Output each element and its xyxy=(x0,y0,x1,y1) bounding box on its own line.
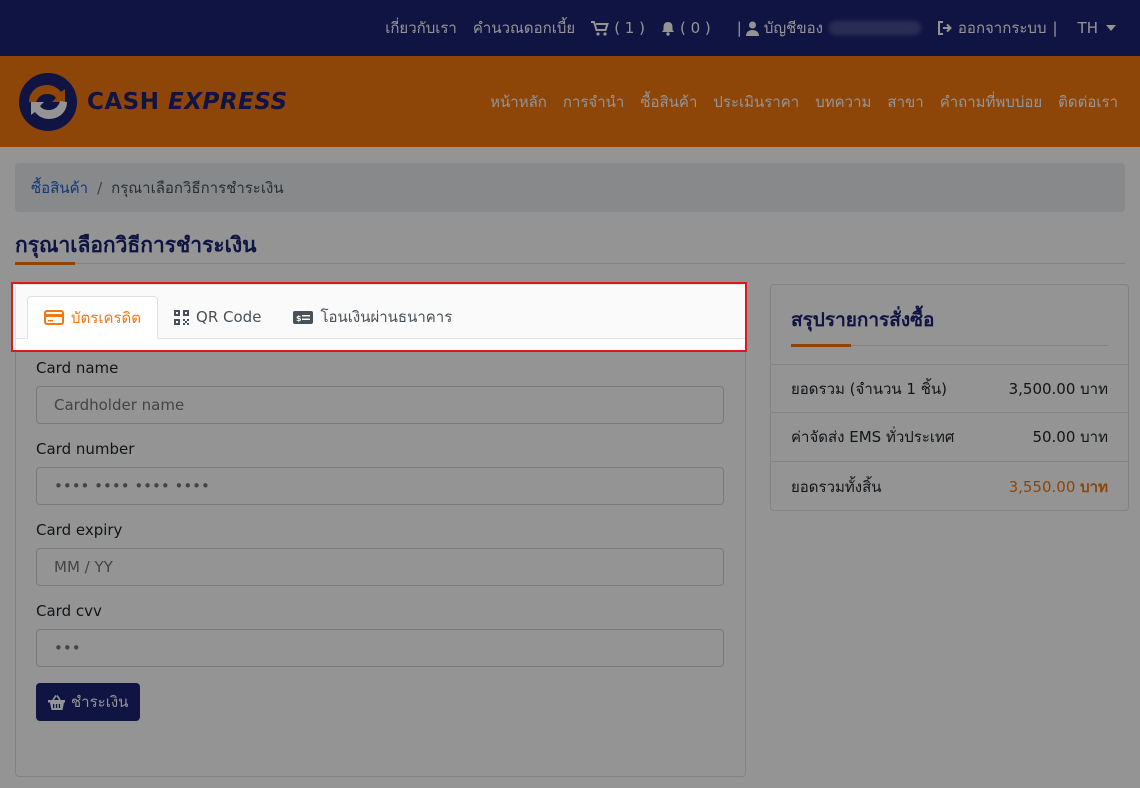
nav-pawn[interactable]: การจำนำ xyxy=(563,90,624,114)
summary-row-total: ยอดรวมทั้งสิ้น 3,550.00 บาท xyxy=(771,462,1128,511)
tab-qr-code-label: QR Code xyxy=(196,308,262,326)
logout-label: ออกจากระบบ xyxy=(957,19,1047,37)
subtotal-label: ยอดรวม (จำนวน 1 ชิ้น) xyxy=(791,379,948,398)
title-divider xyxy=(15,262,1125,265)
about-link[interactable]: เกี่ยวกับเรา xyxy=(385,16,457,40)
user-icon xyxy=(745,21,759,36)
summary-divider xyxy=(791,344,1108,347)
order-summary-title: สรุปรายการสั่งซื้อ xyxy=(791,309,935,331)
caret-down-icon xyxy=(1106,25,1116,31)
divider: | xyxy=(736,19,742,37)
language-label: TH xyxy=(1077,19,1098,37)
top-bar: เกี่ยวกับเรา คำนวณดอกเบี้ย ( 1 ) ( 0 ) |… xyxy=(0,0,1140,56)
card-cvv-input[interactable] xyxy=(36,629,724,667)
card-name-input[interactable] xyxy=(36,386,724,424)
subtotal-value: 3,500.00 บาท xyxy=(1008,379,1108,398)
payment-tabs: บัตรเครดิต QR Code $ โอนเงินผ่านธนาคาร xyxy=(16,285,745,339)
credit-card-icon xyxy=(44,310,64,325)
card-name-label: Card name xyxy=(36,359,119,377)
card-number-group: Card number xyxy=(36,440,725,505)
card-expiry-input[interactable] xyxy=(36,548,724,586)
tab-bank-transfer[interactable]: $ โอนเงินผ่านธนาคาร xyxy=(277,296,468,338)
logo-icon xyxy=(19,72,77,131)
qrcode-icon xyxy=(174,309,190,325)
cart-icon xyxy=(591,20,610,36)
brand-cash: CASH xyxy=(87,88,160,115)
order-summary-card: สรุปรายการสั่งซื้อ ยอดรวม (จำนวน 1 ชิ้น)… xyxy=(770,284,1129,511)
total-label: ยอดรวมทั้งสิ้น xyxy=(791,477,882,496)
card-cvv-label: Card cvv xyxy=(36,602,102,620)
card-number-label: Card number xyxy=(36,440,135,458)
shipping-value: 50.00 บาท xyxy=(1032,428,1108,446)
card-expiry-label: Card expiry xyxy=(36,521,123,539)
page-title: กรุณาเลือกวิธีการชำระเงิน xyxy=(15,233,257,257)
credit-card-form: Card name Card number Card expiry Card c… xyxy=(16,339,745,721)
sign-out-icon xyxy=(937,21,952,35)
basket-icon xyxy=(48,694,65,710)
nav-appraise[interactable]: ประเมินราคา xyxy=(713,90,799,114)
summary-accent xyxy=(791,344,851,347)
logo[interactable]: CASH EXPRESS xyxy=(15,72,288,132)
nav-branches[interactable]: สาขา xyxy=(887,90,923,114)
calculator-link[interactable]: คำนวณดอกเบี้ย xyxy=(473,16,575,40)
pay-button-label: ชำระเงิน xyxy=(71,693,129,711)
title-accent xyxy=(15,262,75,265)
language-dropdown[interactable]: TH xyxy=(1078,19,1116,37)
tab-qr-code[interactable]: QR Code xyxy=(158,296,277,338)
tab-credit-card-label: บัตรเครดิต xyxy=(71,308,142,327)
page-content: ซื้อสินค้า / กรุณาเลือกวิธีการชำระเงิน ก… xyxy=(0,147,1140,265)
cart-count: ( 1 ) xyxy=(614,19,645,37)
breadcrumb-shop-link[interactable]: ซื้อสินค้า xyxy=(31,176,88,200)
nav-contact[interactable]: ติดต่อเรา xyxy=(1058,90,1118,114)
main-nav: หน้าหลัก การจำนำ ซื้อสินค้า ประเมินราคา … xyxy=(474,90,1118,114)
account-name-redacted xyxy=(828,21,921,35)
nav-shop[interactable]: ซื้อสินค้า xyxy=(640,90,697,114)
money-transfer-icon: $ xyxy=(293,310,314,324)
total-value: 3,550.00 บาท xyxy=(1009,475,1108,499)
cart-link[interactable]: ( 1 ) xyxy=(591,19,645,37)
shipping-label: ค่าจัดส่ง EMS ทั่วประเทศ xyxy=(791,428,955,446)
tab-credit-card[interactable]: บัตรเครดิต xyxy=(27,296,159,339)
breadcrumb-current: กรุณาเลือกวิธีการชำระเงิน xyxy=(111,178,284,197)
tab-bank-transfer-label: โอนเงินผ่านธนาคาร xyxy=(320,308,453,326)
nav-articles[interactable]: บทความ xyxy=(815,90,871,114)
breadcrumb: ซื้อสินค้า / กรุณาเลือกวิธีการชำระเงิน xyxy=(15,163,1125,212)
card-cvv-group: Card cvv xyxy=(36,602,725,667)
account-label: บัญชีของ xyxy=(763,19,823,37)
card-number-input[interactable] xyxy=(36,467,724,505)
total-amount: 3,550.00 xyxy=(1008,477,1076,496)
nav-faq[interactable]: คำถามที่พบบ่อย xyxy=(940,90,1042,114)
brand-name: CASH EXPRESS xyxy=(87,89,288,115)
payment-card: บัตรเครดิต QR Code $ โอนเงินผ่านธนาคาร C… xyxy=(15,284,746,777)
notification-link[interactable]: ( 0 ) xyxy=(661,19,711,37)
summary-row-subtotal: ยอดรวม (จำนวน 1 ชิ้น) 3,500.00 บาท xyxy=(771,364,1128,413)
breadcrumb-separator: / xyxy=(97,178,103,197)
notification-count: ( 0 ) xyxy=(679,19,711,37)
account-link[interactable]: | บัญชีของ xyxy=(727,16,921,40)
nav-home[interactable]: หน้าหลัก xyxy=(490,90,547,114)
total-unit: บาท xyxy=(1080,477,1108,496)
summary-row-shipping: ค่าจัดส่ง EMS ทั่วประเทศ 50.00 บาท xyxy=(771,413,1128,462)
card-name-group: Card name xyxy=(36,359,725,424)
card-expiry-group: Card expiry xyxy=(36,521,725,586)
brand-express: EXPRESS xyxy=(168,88,288,115)
pay-button[interactable]: ชำระเงิน xyxy=(36,683,141,721)
main-header: CASH EXPRESS หน้าหลัก การจำนำ ซื้อสินค้า… xyxy=(0,56,1140,147)
svg-text:$: $ xyxy=(296,314,302,323)
logout-link[interactable]: ออกจากระบบ | xyxy=(937,16,1062,40)
divider: | xyxy=(1052,19,1058,37)
bell-icon xyxy=(661,21,674,36)
